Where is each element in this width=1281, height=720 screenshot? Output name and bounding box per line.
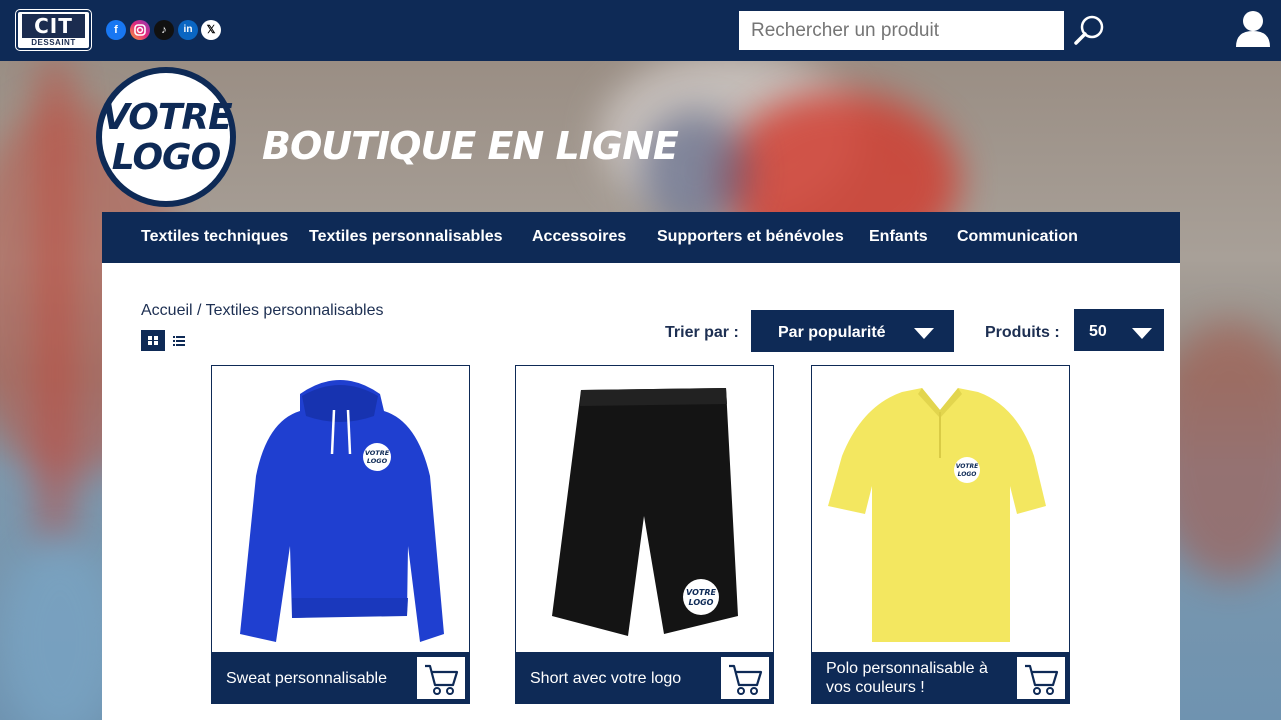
svg-text:VOTRE: VOTRE — [365, 449, 390, 457]
add-to-cart-icon[interactable] — [415, 655, 467, 701]
user-account-icon[interactable] — [1234, 9, 1272, 49]
chevron-down-icon — [914, 328, 934, 339]
top-bar: CIT DESSAINT f ♪ in 𝕏 — [0, 0, 1281, 61]
product-name[interactable]: Polo personnalisable à vos couleurs ! — [826, 659, 1006, 697]
product-name[interactable]: Sweat personnalisable — [226, 669, 387, 688]
search-icon[interactable] — [1072, 14, 1106, 46]
sort-select-value: Par popularité — [778, 324, 886, 341]
list-view-icon[interactable] — [169, 330, 189, 351]
club-logo-line1: VOTRE — [102, 97, 233, 138]
products-per-page-select[interactable]: 50 — [1074, 309, 1164, 351]
linkedin-icon[interactable]: in — [178, 20, 198, 40]
svg-text:LOGO: LOGO — [689, 598, 714, 607]
product-card[interactable]: VOTRE LOGO Sweat personnalisable — [211, 365, 470, 704]
nav-item-enfants[interactable]: Enfants — [869, 228, 928, 246]
product-image-hoodie[interactable]: VOTRE LOGO — [212, 366, 469, 652]
products-per-page-value: 50 — [1089, 323, 1107, 340]
facebook-icon[interactable]: f — [106, 20, 126, 40]
brand-sub: DESSAINT — [31, 38, 76, 47]
breadcrumb[interactable]: Accueil / Textiles personnalisables — [141, 302, 384, 320]
club-logo: VOTRE LOGO — [96, 67, 236, 207]
svg-text:LOGO: LOGO — [958, 471, 977, 478]
sort-label: Trier par : — [665, 324, 739, 341]
add-to-cart-icon[interactable] — [719, 655, 771, 701]
add-to-cart-icon[interactable] — [1015, 655, 1067, 701]
nav-item-supporters[interactable]: Supporters et bénévoles — [657, 228, 844, 246]
search-input[interactable] — [739, 11, 1064, 50]
products-per-page-label: Produits : — [985, 324, 1060, 341]
svg-text:LOGO: LOGO — [367, 457, 388, 465]
nav-item-accessoires[interactable]: Accessoires — [532, 228, 626, 246]
product-footer: Sweat personnalisable — [211, 652, 470, 704]
instagram-icon[interactable] — [130, 20, 150, 40]
product-image-polo[interactable]: VOTRE LOGO — [812, 366, 1069, 652]
grid-view-icon[interactable] — [141, 330, 165, 351]
club-logo-line2: LOGO — [111, 137, 221, 178]
chevron-down-icon — [1132, 328, 1152, 339]
product-image-shorts[interactable]: VOTRE LOGO — [516, 366, 773, 652]
shop-title: BOUTIQUE EN LIGNE — [262, 124, 679, 168]
product-footer: Short avec votre logo — [515, 652, 774, 704]
sort-select[interactable]: Par popularité — [751, 310, 954, 352]
svg-text:VOTRE: VOTRE — [686, 588, 716, 597]
brand-logo[interactable]: CIT DESSAINT — [16, 10, 91, 50]
x-icon[interactable]: 𝕏 — [201, 20, 221, 40]
product-footer: Polo personnalisable à vos couleurs ! — [811, 652, 1070, 704]
nav-item-textiles-personnalisables[interactable]: Textiles personnalisables — [309, 228, 503, 246]
tiktok-icon[interactable]: ♪ — [154, 20, 174, 40]
product-card[interactable]: VOTRE LOGO Polo personnalisable à vos co… — [811, 365, 1070, 704]
main-content: Accueil / Textiles personnalisables Trie… — [102, 263, 1180, 720]
product-card[interactable]: VOTRE LOGO Short avec votre logo — [515, 365, 774, 704]
nav-item-textiles-techniques[interactable]: Textiles techniques — [141, 228, 288, 246]
main-nav: Textiles techniques Textiles personnalis… — [102, 212, 1180, 263]
svg-text:VOTRE: VOTRE — [956, 463, 979, 470]
brand-mark: CIT — [22, 14, 85, 38]
product-name[interactable]: Short avec votre logo — [530, 669, 681, 688]
nav-item-communication[interactable]: Communication — [957, 228, 1078, 246]
